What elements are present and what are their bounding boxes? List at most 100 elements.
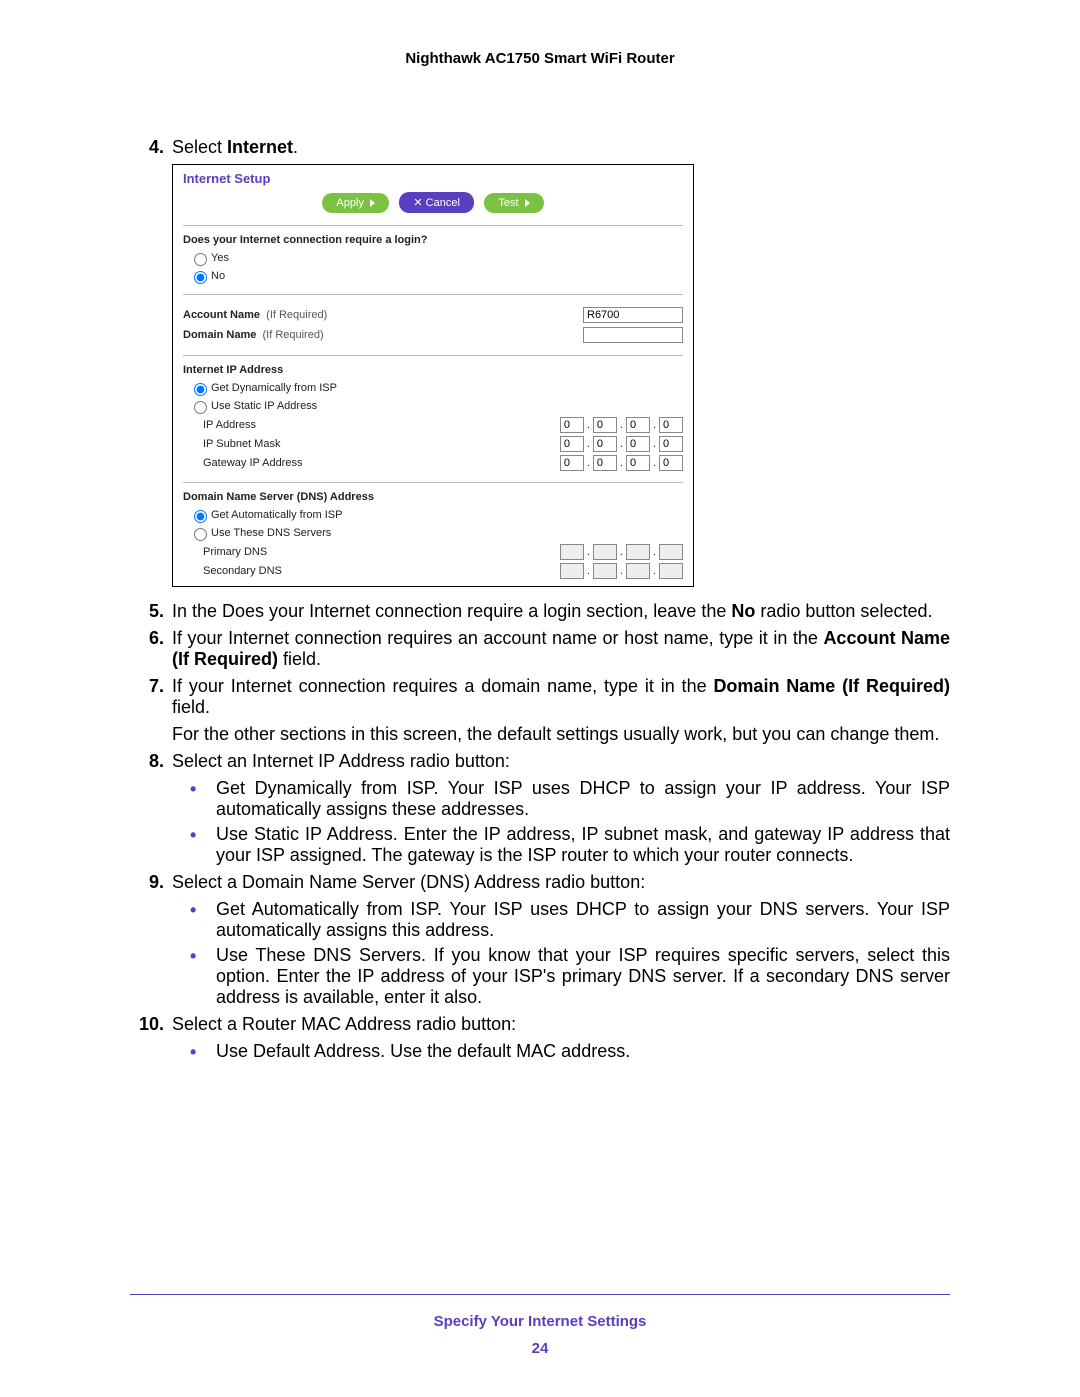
- ip-octet[interactable]: [593, 436, 617, 452]
- radio-ip-dynamic[interactable]: Get Dynamically from ISP: [189, 380, 683, 396]
- radio-yes[interactable]: Yes: [189, 250, 683, 266]
- radio-input[interactable]: [194, 528, 207, 541]
- bullet-body: Get Dynamically from ISP. Your ISP uses …: [216, 778, 950, 820]
- ip-octet[interactable]: [560, 417, 584, 433]
- step-5: 5. In the Does your Internet connection …: [130, 601, 950, 622]
- ip-octet[interactable]: [593, 417, 617, 433]
- dns-section: Domain Name Server (DNS) Address Get Aut…: [173, 487, 693, 586]
- bullet-body: Use Default Address. Use the default MAC…: [216, 1041, 950, 1063]
- step-4: 4. Select Internet.: [130, 137, 950, 158]
- text: (If Required): [266, 309, 327, 321]
- doc-header: Nighthawk AC1750 Smart WiFi Router: [130, 50, 950, 67]
- dns-octet[interactable]: [659, 563, 683, 579]
- radio-input[interactable]: [194, 253, 207, 266]
- ip-octet[interactable]: [593, 455, 617, 471]
- bullet: • Use Static IP Address. Enter the IP ad…: [190, 824, 950, 866]
- cancel-button[interactable]: ✕ Cancel: [399, 192, 474, 213]
- step-body: In the Does your Internet connection req…: [172, 601, 950, 622]
- dot: .: [620, 546, 623, 558]
- step-body: Select an Internet IP Address radio butt…: [172, 751, 950, 772]
- step-10: 10. Select a Router MAC Address radio bu…: [130, 1014, 950, 1035]
- text: If your Internet connection requires a d…: [172, 676, 713, 696]
- radio-label: Get Dynamically from ISP: [211, 382, 337, 394]
- section-title: Domain Name Server (DNS) Address: [183, 491, 683, 503]
- bullet: • Use Default Address. Use the default M…: [190, 1041, 950, 1063]
- text: . Use the default MAC address.: [380, 1041, 630, 1061]
- footer-title: Specify Your Internet Settings: [130, 1313, 950, 1330]
- dns-octet[interactable]: [626, 544, 650, 560]
- text: Account Name: [183, 309, 260, 321]
- radio-label: Yes: [211, 252, 229, 264]
- dns-octet[interactable]: [593, 544, 617, 560]
- dot: .: [587, 457, 590, 469]
- text: In the Does your Internet connection req…: [172, 601, 731, 621]
- radio-input[interactable]: [194, 271, 207, 284]
- text-bold: Internet: [227, 137, 293, 157]
- dns-octet[interactable]: [560, 563, 584, 579]
- dot: .: [653, 438, 656, 450]
- radio-label: No: [211, 270, 225, 282]
- button-row: Apply ✕ Cancel Test: [173, 188, 693, 221]
- step-num: 7.: [130, 676, 172, 718]
- account-section: Account Name (If Required) Domain Name (…: [173, 299, 693, 351]
- dot: .: [620, 565, 623, 577]
- ip-octet[interactable]: [626, 455, 650, 471]
- step-body: If your Internet connection requires a d…: [172, 676, 950, 718]
- login-section: Does your Internet connection require a …: [173, 230, 693, 290]
- account-name-input[interactable]: [583, 307, 683, 323]
- text-bold: Use Static IP Address: [216, 824, 393, 844]
- text-bold: Get Dynamically from ISP: [216, 778, 433, 798]
- radio-dns-use[interactable]: Use These DNS Servers: [189, 525, 683, 541]
- ip-octet[interactable]: [659, 455, 683, 471]
- dot: .: [653, 419, 656, 431]
- text-bold: No: [731, 601, 755, 621]
- step-6: 6. If your Internet connection requires …: [130, 628, 950, 670]
- step-body: If your Internet connection requires an …: [172, 628, 950, 670]
- ip-octet[interactable]: [626, 436, 650, 452]
- radio-no[interactable]: No: [189, 268, 683, 284]
- dot: .: [620, 457, 623, 469]
- ip-octet[interactable]: [659, 436, 683, 452]
- ip-octet[interactable]: [626, 417, 650, 433]
- step-num: 9.: [130, 872, 172, 893]
- radio-dns-auto[interactable]: Get Automatically from ISP: [189, 507, 683, 523]
- step-8: 8. Select an Internet IP Address radio b…: [130, 751, 950, 772]
- radio-ip-static[interactable]: Use Static IP Address: [189, 398, 683, 414]
- radio-label: Use These DNS Servers: [211, 527, 331, 539]
- apply-button[interactable]: Apply: [322, 193, 389, 213]
- dns-octet[interactable]: [659, 544, 683, 560]
- ip-mask-label: IP Subnet Mask: [203, 438, 560, 450]
- text: field.: [172, 697, 210, 717]
- text: field.: [278, 649, 321, 669]
- ip-octet[interactable]: [560, 436, 584, 452]
- step-body: Select a Domain Name Server (DNS) Addres…: [172, 872, 950, 893]
- dot: .: [620, 438, 623, 450]
- step-num: 4.: [130, 137, 172, 158]
- radio-input[interactable]: [194, 383, 207, 396]
- radio-input[interactable]: [194, 510, 207, 523]
- bullet-icon: •: [190, 899, 216, 941]
- text: If your Internet connection requires an …: [172, 628, 823, 648]
- radio-label: Get Automatically from ISP: [211, 509, 342, 521]
- ip-octet[interactable]: [560, 455, 584, 471]
- dot: .: [653, 457, 656, 469]
- step-num: 8.: [130, 751, 172, 772]
- radio-label: Use Static IP Address: [211, 400, 317, 412]
- ip-section: Internet IP Address Get Dynamically from…: [173, 360, 693, 478]
- radio-input[interactable]: [194, 401, 207, 414]
- dns-octet[interactable]: [626, 563, 650, 579]
- text: radio button selected.: [755, 601, 932, 621]
- dns-octet[interactable]: [560, 544, 584, 560]
- bullet-body: Use Static IP Address. Enter the IP addr…: [216, 824, 950, 866]
- test-button[interactable]: Test: [484, 193, 543, 213]
- step-num: 5.: [130, 601, 172, 622]
- bullet-icon: •: [190, 824, 216, 866]
- bullet-icon: •: [190, 1041, 216, 1063]
- bullet-icon: •: [190, 778, 216, 820]
- dns-octet[interactable]: [593, 563, 617, 579]
- step-body: Select a Router MAC Address radio button…: [172, 1014, 950, 1035]
- primary-dns-label: Primary DNS: [203, 546, 560, 558]
- ip-octet[interactable]: [659, 417, 683, 433]
- step-9: 9. Select a Domain Name Server (DNS) Add…: [130, 872, 950, 893]
- domain-name-input[interactable]: [583, 327, 683, 343]
